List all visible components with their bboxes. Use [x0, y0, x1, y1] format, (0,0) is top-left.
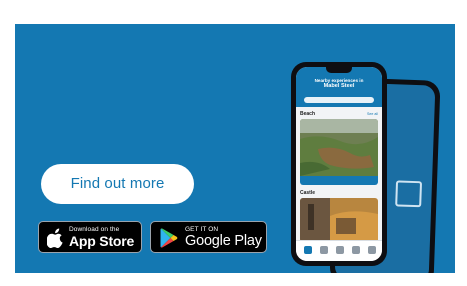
- google-play-badge-caption: GET IT ON: [185, 226, 219, 233]
- app-title-line2: Mabel Steel: [323, 82, 355, 89]
- home-icon: [304, 246, 312, 254]
- experience-card: [300, 119, 378, 185]
- section-label-castle: Castle: [300, 190, 316, 196]
- phone-screen: Nearby experiences in Mabel Steel Beach …: [296, 67, 382, 261]
- phone-mockup-front: Nearby experiences in Mabel Steel Beach …: [291, 62, 387, 266]
- phone-notch: [326, 67, 352, 73]
- card-caption-bar: [300, 176, 378, 185]
- calendar-icon: [336, 246, 344, 254]
- app-search-bar: [304, 97, 374, 103]
- google-play-badge[interactable]: GET IT ON Google Play: [150, 221, 267, 253]
- google-play-logo-icon: [160, 228, 178, 248]
- experience-card: [300, 198, 378, 242]
- find-out-more-button[interactable]: Find out more: [41, 164, 194, 204]
- profile-icon: [368, 246, 376, 254]
- beach-photo: [300, 119, 378, 176]
- bookmark-icon: [352, 246, 360, 254]
- app-store-badge-caption: Download on the: [69, 226, 120, 233]
- app-tab-bar: [296, 240, 382, 261]
- castle-photo: [300, 198, 378, 242]
- see-all-link: See all: [367, 112, 378, 116]
- app-title: Nearby experiences in Mabel Steel: [300, 78, 378, 89]
- app-logo-icon: [395, 180, 423, 208]
- section-label-beach: Beach: [300, 111, 316, 117]
- app-header: Nearby experiences in Mabel Steel: [296, 67, 382, 107]
- app-store-badge-title: App Store: [69, 233, 135, 249]
- apple-logo-icon: [47, 228, 63, 248]
- google-play-badge-title: Google Play: [185, 233, 262, 249]
- app-store-badge[interactable]: Download on the App Store: [38, 221, 142, 253]
- map-icon: [320, 246, 328, 254]
